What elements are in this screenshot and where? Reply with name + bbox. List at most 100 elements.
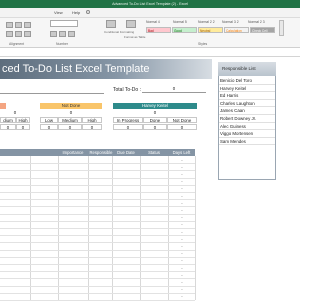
status-value: 0	[153, 110, 157, 115]
table-row[interactable]	[0, 271, 195, 273]
format-as-table-label[interactable]: Format as Table	[124, 35, 145, 39]
days-left-cell[interactable]: -	[176, 185, 188, 192]
days-left-cell[interactable]: -	[176, 250, 188, 257]
style-bad[interactable]: Bad	[146, 27, 171, 33]
notdone-val-low[interactable]: 0	[40, 124, 58, 130]
days-left-cell[interactable]: -	[176, 272, 188, 279]
number-format-dropdown[interactable]	[50, 20, 78, 27]
priority-left-value: 0	[13, 110, 17, 115]
style-normal-2-2-label: Normal 2 2	[198, 20, 215, 24]
table-row[interactable]	[0, 199, 195, 201]
status-val-inprogress[interactable]: 0	[113, 124, 143, 130]
table-row[interactable]	[0, 163, 195, 165]
col-due-date[interactable]: Due Date	[112, 149, 140, 156]
priority-left-header	[0, 103, 6, 109]
responsible-item[interactable]: Viggo Mortensen	[219, 130, 275, 138]
table-row[interactable]	[0, 177, 195, 179]
table-row[interactable]	[0, 256, 195, 258]
days-left-cell[interactable]: -	[176, 178, 188, 185]
notdone-value: 0	[69, 110, 73, 115]
days-left-cell[interactable]: -	[176, 221, 188, 228]
col-days-left[interactable]: Days Left	[168, 149, 195, 156]
currency-icon[interactable]	[50, 31, 57, 37]
styles-scroll-icon[interactable]	[279, 20, 284, 36]
responsible-item[interactable]: James Caan	[219, 107, 275, 115]
days-left-cell[interactable]: -	[176, 214, 188, 221]
style-normal-3-2-label: Normal 3 2	[222, 20, 239, 24]
align-middle-icon[interactable]	[15, 22, 22, 28]
table-row[interactable]	[0, 242, 195, 244]
priority-left-val-medium[interactable]: 0	[0, 124, 16, 130]
days-left-cell[interactable]: -	[176, 171, 188, 178]
table-row[interactable]	[0, 235, 195, 237]
conditional-formatting-icon[interactable]	[106, 20, 116, 28]
tab-view[interactable]: View	[52, 9, 65, 17]
merge-center-icon[interactable]	[24, 31, 31, 37]
ribbon-tab-bar	[0, 8, 300, 18]
responsible-item[interactable]: Ed Harris	[219, 92, 275, 100]
comma-style-icon[interactable]	[68, 31, 75, 37]
days-left-cell[interactable]: -	[176, 207, 188, 214]
responsible-item[interactable]: Alec Guiness	[219, 123, 275, 131]
formula-bar[interactable]	[0, 49, 300, 57]
status-val-done[interactable]: 0	[143, 124, 167, 130]
days-left-cell[interactable]: -	[176, 229, 188, 236]
responsible-item[interactable]: Benicio Del Toro	[219, 77, 275, 85]
col-divider	[195, 156, 196, 300]
lightbulb-icon[interactable]	[86, 10, 90, 14]
notdone-val-medium[interactable]: 0	[58, 124, 82, 130]
table-row[interactable]	[0, 249, 195, 251]
responsible-item[interactable]: Robert Downey Jr.	[219, 115, 275, 123]
align-left-icon[interactable]	[6, 31, 13, 37]
days-left-cell[interactable]: -	[176, 236, 188, 243]
table-row[interactable]	[0, 192, 195, 193]
responsible-item[interactable]: Charles Laughton	[219, 100, 275, 108]
style-neutral[interactable]: Neutral	[198, 27, 223, 33]
window-title: Advanced To-Do List Excel Template (2) -…	[112, 2, 188, 6]
format-as-table-icon[interactable]	[126, 20, 136, 28]
responsible-item[interactable]: Harvey Keitel	[219, 85, 275, 93]
style-good[interactable]: Good	[172, 27, 197, 33]
total-todo-cell[interactable]: 0	[142, 85, 206, 93]
group-label-number: Number	[56, 42, 69, 46]
table-row[interactable]	[0, 285, 195, 287]
col-status[interactable]: Status	[140, 149, 168, 156]
responsible-item[interactable]: Sam Mendes	[219, 138, 275, 146]
days-left-cell[interactable]: -	[176, 157, 188, 164]
style-calculation[interactable]: Calculation	[224, 27, 249, 33]
table-row[interactable]	[0, 278, 195, 280]
days-left-cell[interactable]: -	[176, 257, 188, 264]
status-val-notdone[interactable]: 0	[167, 124, 197, 130]
days-left-cell[interactable]: -	[176, 193, 188, 200]
days-left-cell[interactable]: -	[176, 265, 188, 272]
days-left-cell[interactable]: -	[176, 200, 188, 207]
status-col-inprogress: In Progress	[113, 117, 143, 123]
table-row[interactable]	[0, 206, 195, 208]
table-row[interactable]	[0, 184, 195, 186]
total-todo-label: Total To-Do :	[113, 87, 141, 93]
days-left-cell[interactable]: -	[176, 286, 188, 293]
table-row[interactable]	[0, 228, 195, 229]
notdone-val-high[interactable]: 0	[82, 124, 102, 130]
style-check-cell[interactable]: Check Cell	[250, 27, 275, 33]
total-todo-value: 0	[172, 86, 176, 91]
align-top-icon[interactable]	[6, 22, 13, 28]
table-row[interactable]	[0, 292, 195, 294]
table-row[interactable]	[0, 220, 195, 222]
table-row[interactable]	[0, 170, 195, 172]
divider-line	[0, 93, 104, 94]
days-left-cell[interactable]: -	[176, 164, 188, 171]
priority-left-col-high: High	[16, 117, 30, 123]
days-left-cell[interactable]: -	[176, 279, 188, 286]
orientation-icon[interactable]	[24, 22, 31, 28]
tab-help[interactable]: Help	[70, 9, 82, 17]
conditional-formatting-label[interactable]: Conditional Formatting	[104, 30, 134, 34]
col-responsible[interactable]: Responsible	[88, 149, 114, 156]
days-left-cell[interactable]: -	[176, 243, 188, 250]
table-row[interactable]	[0, 213, 195, 215]
percent-icon[interactable]	[59, 31, 66, 37]
col-importance[interactable]: Importance	[58, 149, 88, 156]
priority-left-val-high[interactable]: 0	[16, 124, 30, 130]
table-row[interactable]	[0, 264, 195, 265]
align-center-icon[interactable]	[15, 31, 22, 37]
